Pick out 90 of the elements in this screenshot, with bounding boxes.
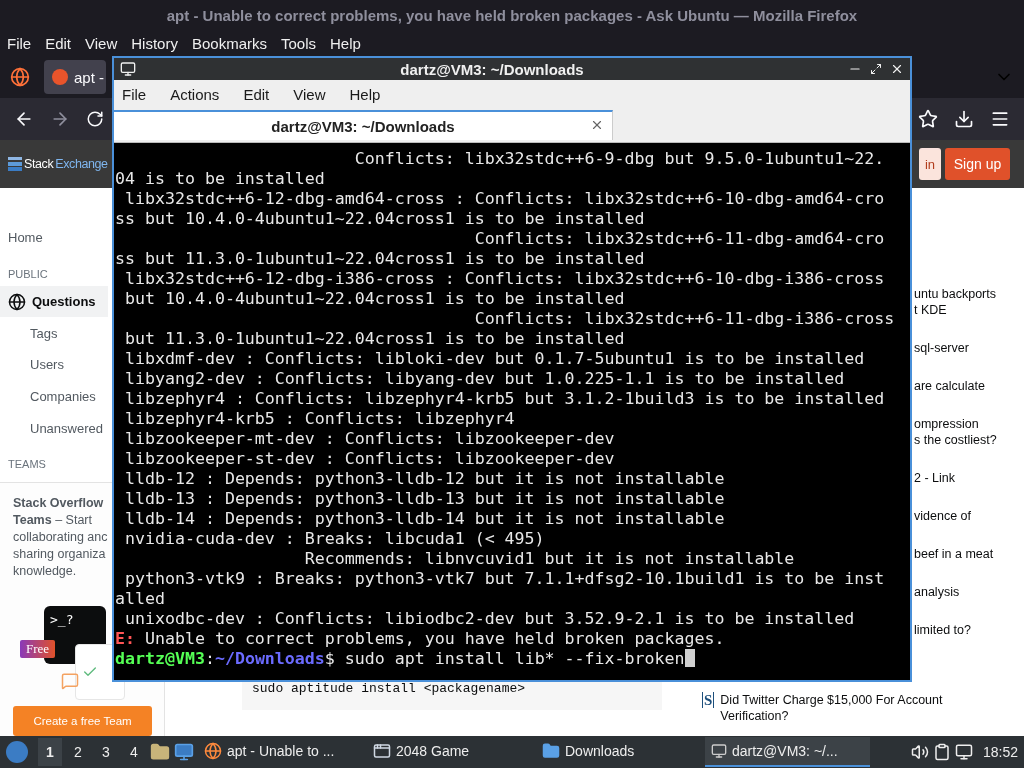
- login-button[interactable]: in: [918, 148, 941, 180]
- menu-item[interactable]: History: [131, 34, 178, 52]
- terminal-line: libyang2-dev : Conflicts: libyang-dev but 1.0.225-1.1 is to be installed: [124, 369, 846, 389]
- start-menu-icon[interactable]: [6, 741, 28, 763]
- reload-icon[interactable]: [86, 110, 104, 128]
- terminal-line: alled: [115, 589, 166, 609]
- file-manager-icon[interactable]: [150, 742, 170, 762]
- window-icon: [373, 742, 391, 760]
- folder-icon: [542, 742, 560, 760]
- terminal-line: libx32stdc++6-12-dbg-i386-cross : Conflicts: libx32stdc++6-10-dbg-i386-cross: [124, 269, 886, 289]
- workspace-button[interactable]: 3: [94, 738, 118, 766]
- taskbar-task[interactable]: dartz@VM3: ~/...: [705, 737, 870, 767]
- terminal-line: but 10.4.0-4ubuntu1~22.04cross1 is to be installed: [124, 289, 626, 309]
- sidebar-item[interactable]: Companies: [0, 380, 98, 413]
- sidebar-item[interactable]: Tags: [0, 317, 60, 349]
- sidebar-item[interactable]: Unanswered: [0, 412, 105, 445]
- volume-icon[interactable]: [910, 743, 929, 761]
- signup-button[interactable]: Sign up: [945, 148, 1010, 180]
- terminal-line: ss but 11.3.0-1ubuntu1~22.04cross1 is to be installed: [115, 249, 646, 269]
- bookmark-star-icon[interactable]: [918, 109, 938, 129]
- text-cursor: [684, 649, 695, 667]
- terminal-prompt-line: dartz@VM3:~/Downloads$ sudo apt install lib* --fix-broken: [115, 649, 910, 669]
- terminal-line: Conflicts: libx32stdc++6-11-dbg-amd64-cro: [473, 229, 886, 249]
- question-link[interactable]: 2 - Link: [914, 470, 1024, 486]
- terminal-line: libxdmf-dev : Conflicts: libloki-dev but 0.1.7-5ubuntu1 is to be installed: [124, 349, 866, 369]
- menu-item[interactable]: Edit: [45, 34, 72, 52]
- terminal-line: Conflicts: libx32stdc++6-11-dbg-i386-cross: [473, 309, 896, 329]
- close-icon[interactable]: [890, 62, 904, 76]
- workspace-button[interactable]: 4: [122, 738, 146, 766]
- question-link[interactable]: vidence of: [914, 508, 1024, 524]
- question-link[interactable]: sql-server: [914, 340, 1024, 356]
- terminal-line: unixodbc-dev : Conflicts: libiodbc2-dev but 3.52.9-2.1 is to be installed: [124, 609, 856, 629]
- window-title: apt - Unable to correct problems, you have held broken packages - Ask Ubuntu — Mozilla Firefox: [0, 0, 1024, 30]
- terminal-line: Conflicts: libx32stdc++6-9-dbg but 9.5.0-1ubuntu1~22.: [353, 149, 886, 169]
- menu-item[interactable]: File: [122, 85, 147, 103]
- question-link[interactable]: are calculate: [914, 378, 1024, 394]
- question-link[interactable]: limited to?: [914, 622, 1024, 638]
- menu-item[interactable]: Actions: [170, 85, 220, 103]
- menu-item[interactable]: File: [7, 34, 32, 52]
- chat-bubble-icon: [61, 672, 79, 691]
- site-logo[interactable]: Stack Exchange: [8, 157, 108, 171]
- menu-item[interactable]: Bookmarks: [191, 34, 267, 52]
- terminal-line: python3-vtk9 : Breaks: python3-vtk7 but 7.1.1+dfsg2-10.1build1 is to be inst: [124, 569, 886, 589]
- taskbar-task[interactable]: 2048 Game: [367, 737, 532, 767]
- workspace-button[interactable]: 2: [66, 738, 90, 766]
- menu-item[interactable]: Help: [349, 85, 381, 103]
- terminal-error-line: E: Unable to correct problems, you have held broken packages.: [115, 629, 726, 649]
- terminal-line: libzookeeper-st-dev : Conflicts: libzookeeper-dev: [124, 449, 616, 469]
- clock[interactable]: 18:52: [982, 744, 1018, 760]
- terminal-line: libzookeeper-mt-dev : Conflicts: libzookeeper-dev: [124, 429, 616, 449]
- terminal-line: Recommends: libnvcuvid1 but it is not installable: [303, 549, 796, 569]
- terminal-line: ss but 10.4.0-4ubuntu1~22.04cross1 is to be installed: [115, 209, 646, 229]
- menu-item[interactable]: View: [293, 85, 326, 103]
- clipboard-icon[interactable]: [932, 743, 951, 761]
- terminal-line: lldb-14 : Depends: python3-lldb-14 but it is not installable: [124, 509, 726, 529]
- terminal-line: nvidia-cuda-dev : Breaks: libcuda1 (< 495): [124, 529, 546, 549]
- taskbar-task[interactable]: Downloads: [536, 737, 701, 767]
- terminal-line: libzephyr4-krb5 : Conflicts: libzephyr4: [124, 409, 516, 429]
- terminal-line: lldb-13 : Depends: python3-lldb-13 but it is not installable: [124, 489, 726, 509]
- menu-icon[interactable]: [990, 109, 1010, 129]
- desktop-icon[interactable]: [174, 742, 194, 762]
- close-icon[interactable]: [590, 118, 604, 132]
- taskbar-task[interactable]: apt - Unable to ...: [198, 737, 363, 767]
- download-icon[interactable]: [954, 109, 974, 129]
- question-link[interactable]: ompression s the costliest?: [914, 416, 1024, 448]
- free-badge: Free: [20, 640, 56, 659]
- window-title: dartz@VM3: ~/Downloads: [400, 60, 584, 78]
- home-link[interactable]: Home: [0, 222, 45, 254]
- globe-icon: [8, 292, 26, 311]
- browser-tab[interactable]: apt -: [44, 60, 106, 94]
- teams-promo-text: Stack Overflow Teams – Start collaborating anc sharing organiza knowledge.: [13, 495, 109, 581]
- menu-item[interactable]: Help: [330, 34, 361, 52]
- terminal-tab[interactable]: dartz@VM3: ~/Downloads: [114, 110, 613, 140]
- sidebar-item[interactable]: Users: [0, 349, 66, 381]
- question-link[interactable]: beef in a meat: [914, 546, 1024, 562]
- menu-item[interactable]: View: [85, 34, 118, 52]
- terminal-line: 04 is to be installed: [115, 169, 326, 189]
- terminal-line: libzephyr4 : Conflicts: libzephyr4-krb5 but 3.1.2-1build3 is to be installed: [124, 389, 886, 409]
- question-link[interactable]: Did Twitter Charge $15,000 For Account Verification?: [720, 692, 943, 724]
- terminal-line: libx32stdc++6-12-dbg-amd64-cross : Conflicts: libx32stdc++6-10-dbg-amd64-cro: [124, 189, 886, 209]
- menu-item[interactable]: Tools: [281, 34, 316, 52]
- site-favicon-icon: [52, 69, 68, 85]
- workspace-button[interactable]: 1: [38, 738, 62, 766]
- question-link[interactable]: untu backports t KDE: [914, 286, 1024, 318]
- maximize-icon[interactable]: [870, 63, 882, 75]
- question-link[interactable]: analysis: [914, 584, 1024, 600]
- menu-item[interactable]: Edit: [243, 85, 270, 103]
- sidebar-item[interactable]: Questions: [0, 285, 108, 318]
- terminal-line: but 11.3.0-1ubuntu1~22.04cross1 is to be installed: [124, 329, 626, 349]
- terminal-line: lldb-12 : Depends: python3-lldb-12 but it is not installable: [124, 469, 726, 489]
